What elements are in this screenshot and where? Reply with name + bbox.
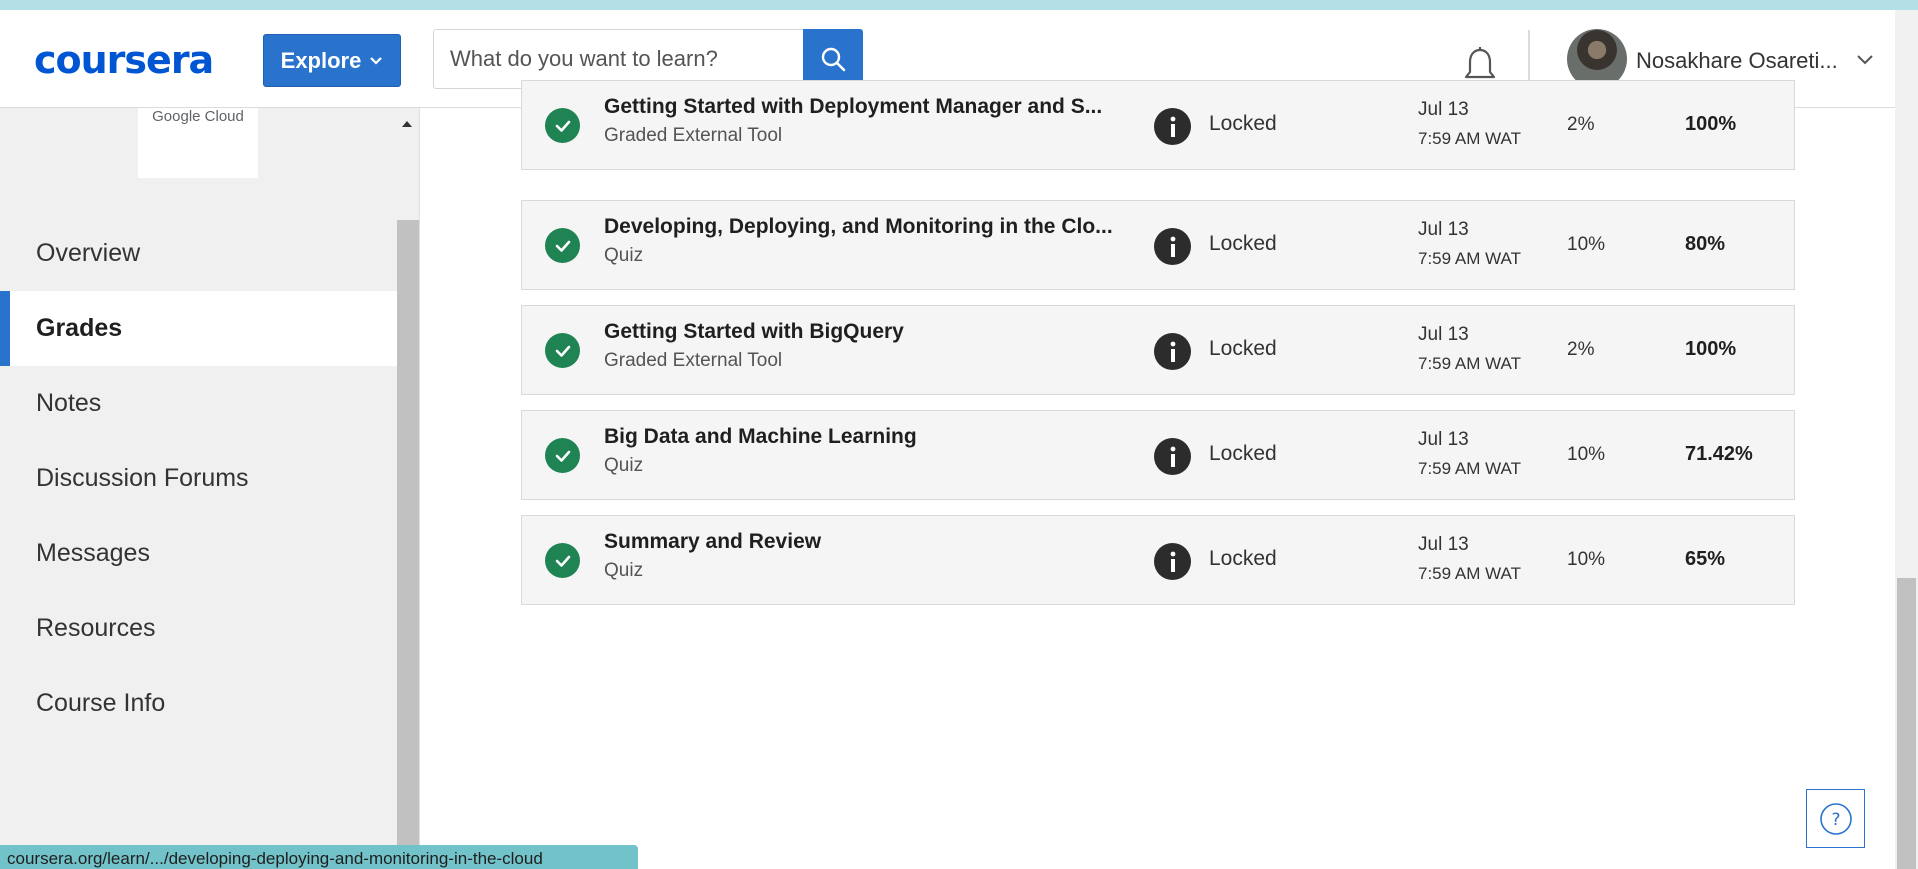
help-icon: ? [1819,802,1852,835]
grade: 71.42% [1685,443,1753,465]
grade-row[interactable]: Getting Started with Deployment Manager … [521,80,1795,170]
status-bar-url: coursera.org/learn/.../developing-deploy… [0,845,638,869]
sidebar-scrollbar[interactable] [397,220,419,869]
grade-row[interactable]: Summary and Review Quiz Locked Jul 13 7:… [521,515,1795,605]
partner-logo: Google Cloud [138,108,258,178]
grade: 100% [1685,338,1737,360]
grade-row[interactable]: Big Data and Machine Learning Quiz Locke… [521,410,1795,500]
item-title[interactable]: Summary and Review [604,530,1134,554]
sidebar-item-discussion-forums[interactable]: Discussion Forums [0,441,397,516]
due-date: Jul 13 [1418,219,1469,240]
weight: 10% [1567,234,1606,255]
sidebar-item-notes[interactable]: Notes [0,366,397,441]
due-time: 7:59 AM WAT [1418,564,1521,583]
info-icon[interactable] [1154,438,1191,475]
due-date: Jul 13 [1418,429,1469,450]
top-accent-strip [0,0,1918,10]
due-date: Jul 13 [1418,99,1469,120]
chevron-down-icon[interactable] [1856,54,1874,66]
weight: 2% [1567,339,1595,360]
weight: 10% [1567,444,1606,465]
due-time: 7:59 AM WAT [1418,354,1521,373]
status-label: Locked [1209,337,1277,360]
weight: 10% [1567,549,1606,570]
item-type: Quiz [604,455,644,476]
explore-label: Explore [280,47,362,73]
due-date: Jul 13 [1418,324,1469,345]
check-circle-icon [545,228,580,263]
check-circle-icon [545,438,580,473]
weight: 2% [1567,114,1595,135]
item-title[interactable]: Developing, Deploying, and Monitoring in… [604,215,1134,239]
item-title[interactable]: Getting Started with Deployment Manager … [604,95,1134,119]
item-type: Quiz [604,245,644,266]
course-sidebar: Google Cloud Overview Grades Notes Discu… [0,108,420,869]
info-icon[interactable] [1154,333,1191,370]
explore-button[interactable]: Explore [263,34,401,87]
scroll-up-arrow-icon[interactable] [401,118,413,128]
svg-text:?: ? [1831,810,1840,830]
info-icon[interactable] [1154,228,1191,265]
help-button[interactable]: ? [1806,789,1865,848]
check-circle-icon [545,543,580,578]
status-label: Locked [1209,547,1277,570]
sidebar-item-messages[interactable]: Messages [0,516,397,591]
page-scrollbar-thumb[interactable] [1897,578,1916,869]
status-label: Locked [1209,232,1277,255]
grade-row[interactable]: Getting Started with BigQuery Graded Ext… [521,305,1795,395]
sidebar-item-course-info[interactable]: Course Info [0,666,397,741]
grade: 100% [1685,113,1737,135]
due-time: 7:59 AM WAT [1418,129,1521,148]
item-title[interactable]: Getting Started with BigQuery [604,320,1134,344]
status-label: Locked [1209,442,1277,465]
search-icon [821,47,846,72]
sidebar-item-grades[interactable]: Grades [0,291,397,366]
grade: 65% [1685,548,1726,570]
item-type: Graded External Tool [604,125,783,146]
grade-row[interactable]: Developing, Deploying, and Monitoring in… [521,200,1795,290]
grade: 80% [1685,233,1726,255]
info-icon[interactable] [1154,108,1191,145]
sidebar-item-resources[interactable]: Resources [0,591,397,666]
chevron-down-icon [370,56,383,65]
check-circle-icon [545,333,580,368]
coursera-logo[interactable]: coursera [34,38,214,82]
item-type: Quiz [604,560,644,581]
item-title[interactable]: Big Data and Machine Learning [604,425,1134,449]
user-name[interactable]: Nosakhare Osareti... [1636,48,1838,74]
due-time: 7:59 AM WAT [1418,459,1521,478]
due-time: 7:59 AM WAT [1418,249,1521,268]
partner-logo-text: Google Cloud [152,108,244,125]
due-date: Jul 13 [1418,534,1469,555]
sidebar-item-overview[interactable]: Overview [0,216,397,291]
item-type: Graded External Tool [604,350,783,371]
check-circle-icon [545,108,580,143]
sidebar-nav: Overview Grades Notes Discussion Forums … [0,216,397,741]
status-label: Locked [1209,112,1277,135]
info-icon[interactable] [1154,543,1191,580]
